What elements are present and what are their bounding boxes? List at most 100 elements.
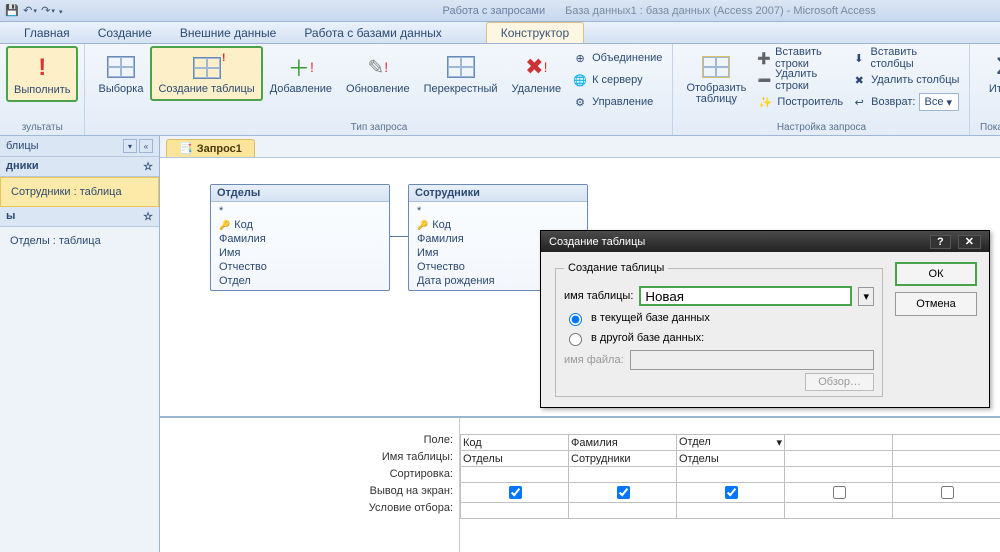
grid-cell[interactable]	[785, 483, 893, 503]
grid-cell[interactable]	[677, 503, 785, 519]
show-checkbox[interactable]	[725, 486, 738, 499]
radio-current-db[interactable]	[569, 313, 582, 326]
grid-cell[interactable]	[893, 467, 1000, 483]
field-row[interactable]: Фамилия	[219, 232, 381, 246]
append-label: Добавление	[270, 83, 332, 95]
datadef-button[interactable]: ⚙Управление	[572, 92, 662, 112]
field-row[interactable]: Имя	[219, 246, 381, 260]
grid-table[interactable]: КодФамилияОтдел ▾ОтделыСотрудникиОтделы	[460, 434, 1000, 519]
grid-icon	[105, 51, 137, 83]
query-grid: Поле: Имя таблицы: Сортировка: Вывод на …	[160, 416, 1000, 552]
qat-more-icon[interactable]	[58, 5, 63, 17]
collapse-icon[interactable]: «	[139, 139, 153, 153]
query-tab[interactable]: 📑 Запрос1	[166, 139, 255, 157]
grid-cell[interactable]	[785, 451, 893, 467]
grid-cell[interactable]: Код	[461, 435, 569, 451]
make-table-button[interactable]: ! Создание таблицы	[150, 46, 262, 101]
show-checkbox[interactable]	[833, 486, 846, 499]
title-bar: 💾 ↶ ↷ Работа с запросами База данных1 : …	[0, 0, 1000, 22]
dialog-title-bar[interactable]: Создание таблицы ? ✕	[541, 231, 989, 252]
grid-cell[interactable]	[569, 467, 677, 483]
grid-cell[interactable]	[893, 435, 1000, 451]
nav-item-employees-table[interactable]: Сотрудники : таблица	[0, 177, 159, 207]
field-row[interactable]: Отчество	[219, 260, 381, 274]
grid-cell[interactable]	[785, 435, 893, 451]
delete-button[interactable]: ✖! Удаление	[505, 46, 569, 100]
quick-access-toolbar: 💾 ↶ ↷	[0, 3, 63, 19]
grid-cell[interactable]: Отделы	[461, 451, 569, 467]
save-icon[interactable]: 💾	[4, 3, 20, 19]
grid-cell[interactable]	[893, 503, 1000, 519]
return-value[interactable]: Все ▾	[919, 93, 959, 111]
grid-cell[interactable]	[785, 467, 893, 483]
radio-other-db[interactable]	[569, 333, 582, 346]
group-show-hide-label: Показать и	[976, 120, 1000, 135]
nav-section-departments[interactable]: ы☆	[0, 207, 159, 227]
grid-cell[interactable]	[461, 503, 569, 519]
grid-cell[interactable]	[569, 503, 677, 519]
help-icon[interactable]: ?	[930, 235, 951, 249]
insert-rows-button[interactable]: ➕Вставить строки	[757, 48, 843, 68]
grid-cell[interactable]	[893, 451, 1000, 467]
close-icon[interactable]: ✕	[958, 235, 981, 249]
grid-cell[interactable]: Фамилия	[569, 435, 677, 451]
diagram-table-departments[interactable]: Отделы * Код Фамилия Имя Отчество Отдел	[210, 184, 390, 291]
grid-cell[interactable]	[785, 503, 893, 519]
nav-header[interactable]: блицы ▾ «	[0, 136, 159, 157]
select-query-button[interactable]: Выборка	[91, 46, 150, 100]
exclaim-icon: !	[26, 52, 58, 84]
append-button[interactable]: ＋! Добавление	[263, 46, 339, 100]
show-checkbox[interactable]	[509, 486, 522, 499]
run-button[interactable]: ! Выполнить	[6, 46, 78, 102]
chevron-down-icon[interactable]: ▾	[123, 139, 137, 153]
return-control[interactable]: ↩Возврат:Все ▾	[851, 92, 959, 112]
grid-cell[interactable]	[677, 467, 785, 483]
dropdown-icon[interactable]: ▾	[858, 287, 874, 306]
diagram-table-body: * Код Фамилия Имя Отчество Отдел	[211, 202, 389, 290]
passthrough-button[interactable]: 🌐К серверу	[572, 70, 662, 90]
grid-cell[interactable]: Отдел ▾	[677, 435, 785, 451]
delete-rows-button[interactable]: ➖Удалить строки	[757, 70, 843, 90]
tab-db-tools[interactable]: Работа с базами данных	[290, 23, 455, 43]
nav-item-departments-table[interactable]: Отделы : таблица	[0, 227, 159, 255]
nav-section-employees[interactable]: дники☆	[0, 157, 159, 177]
grid-cell[interactable]: Отделы	[677, 451, 785, 467]
ok-button[interactable]: ОК	[895, 262, 977, 286]
table-name-input[interactable]	[639, 286, 852, 306]
cancel-button[interactable]: Отмена	[895, 292, 977, 316]
update-button[interactable]: ✎! Обновление	[339, 46, 417, 100]
union-button[interactable]: ⊕Объединение	[572, 48, 662, 68]
group-query-type-label: Тип запроса	[91, 120, 666, 135]
grid-cell[interactable]	[893, 483, 1000, 503]
grid-cell[interactable]	[569, 483, 677, 503]
crosstab-button[interactable]: Перекрестный	[417, 46, 505, 100]
show-checkbox[interactable]	[941, 486, 954, 499]
grid-cell[interactable]	[461, 483, 569, 503]
totals-button[interactable]: Σ Итоги	[976, 46, 1000, 100]
grid-cell[interactable]	[677, 483, 785, 503]
tab-home[interactable]: Главная	[10, 23, 84, 43]
tab-external-data[interactable]: Внешние данные	[166, 23, 291, 43]
undo-icon[interactable]: ↶	[22, 3, 38, 19]
delete-col-icon: ✖	[851, 72, 867, 88]
field-row[interactable]: Отдел	[219, 274, 381, 288]
tab-designer[interactable]: Конструктор	[486, 22, 584, 43]
field-row[interactable]: *	[219, 204, 381, 218]
group-query-type: Выборка ! Создание таблицы ＋! Добавление…	[85, 44, 673, 135]
dialog-title: Создание таблицы	[549, 236, 645, 248]
context-title: Работа с запросами	[443, 5, 546, 17]
insert-col-icon: ⬇	[851, 50, 866, 66]
builder-button[interactable]: ✨Построитель	[757, 92, 843, 112]
join-line[interactable]	[390, 236, 408, 237]
field-row[interactable]: Код	[219, 218, 381, 232]
show-checkbox[interactable]	[617, 486, 630, 499]
show-table-button[interactable]: Отобразить таблицу	[679, 46, 753, 110]
redo-icon[interactable]: ↷	[40, 3, 56, 19]
grid-cell[interactable]: Сотрудники	[569, 451, 677, 467]
grid-cell[interactable]	[461, 467, 569, 483]
field-row[interactable]: *	[417, 204, 579, 218]
delete-cols-button[interactable]: ✖Удалить столбцы	[851, 70, 959, 90]
insert-cols-button[interactable]: ⬇Вставить столбцы	[851, 48, 959, 68]
tab-create[interactable]: Создание	[84, 23, 166, 43]
grid-label-table: Имя таблицы:	[160, 451, 453, 468]
